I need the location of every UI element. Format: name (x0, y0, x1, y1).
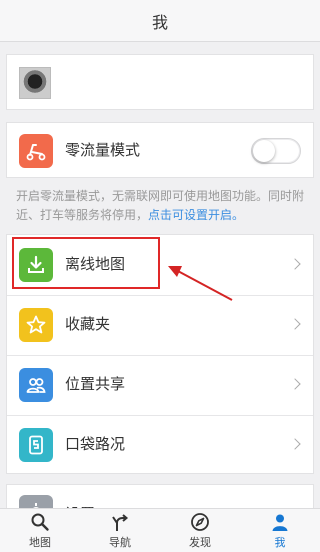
scooter-icon (19, 134, 53, 168)
tab-map[interactable]: 地图 (0, 509, 80, 552)
tab-label: 发现 (189, 536, 211, 549)
chevron-right-icon (289, 258, 301, 270)
star-icon (19, 308, 53, 342)
tab-label: 导航 (109, 536, 131, 549)
top-bar: 我 (0, 0, 320, 42)
person-icon (272, 514, 288, 531)
tab-navigation[interactable]: 导航 (80, 509, 160, 552)
search-icon (31, 513, 49, 531)
menu-item-favorites[interactable]: 收藏夹 (7, 295, 313, 355)
menu-item-pocket-traffic[interactable]: 口袋路况 (7, 415, 313, 475)
profile-card[interactable] (6, 54, 314, 110)
avatar[interactable] (19, 67, 51, 99)
note-settings-link[interactable]: 点击可设置开启。 (148, 208, 244, 222)
page-title: 我 (151, 14, 168, 32)
tab-me[interactable]: 我 (240, 509, 320, 552)
menu-item-location-share[interactable]: 位置共享 (7, 355, 313, 415)
chevron-right-icon (289, 378, 301, 390)
zero-flow-toggle[interactable] (251, 138, 301, 164)
menu-item-label: 位置共享 (65, 376, 126, 393)
chevron-right-icon (289, 438, 301, 450)
tab-discover[interactable]: 发现 (160, 509, 240, 552)
tab-label: 地图 (29, 536, 51, 549)
menu-item-label: 口袋路况 (65, 436, 126, 453)
toggle-knob (253, 140, 275, 162)
bottom-tab-bar: 地图 导航 发现 我 (0, 508, 320, 552)
people-icon (19, 368, 53, 402)
phone-icon (19, 428, 53, 462)
compass-icon (191, 512, 209, 531)
zero-flow-note: 开启零流量模式，无需联网即可使用地图功能。同时附近、打车等服务将停用，点击可设置… (16, 187, 308, 225)
zero-flow-row: 零流量模式 (6, 122, 314, 178)
offline-map-highlight-box (12, 237, 160, 289)
route-icon (112, 513, 129, 531)
chevron-right-icon (289, 318, 301, 330)
tab-label: 我 (274, 536, 286, 549)
zero-flow-label: 零流量模式 (65, 142, 141, 159)
menu-item-label: 收藏夹 (65, 316, 111, 333)
